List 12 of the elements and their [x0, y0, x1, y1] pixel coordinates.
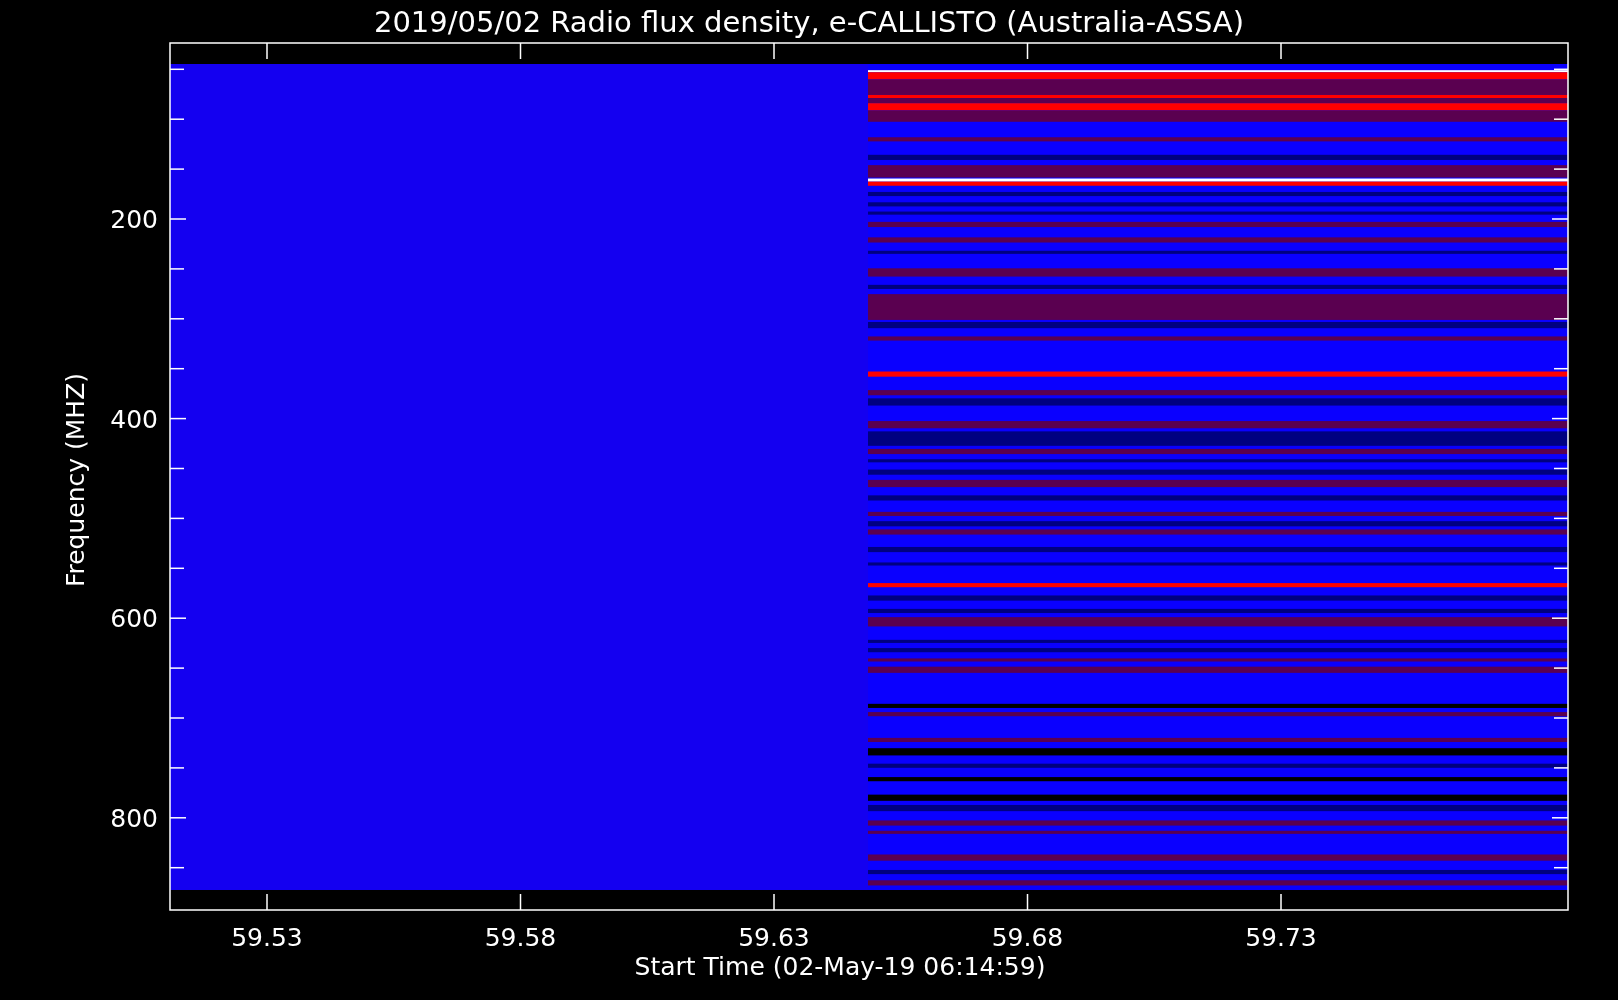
x-tick-label: 59.73 [1245, 923, 1317, 952]
x-tick-label: 59.58 [484, 923, 557, 952]
y-tick-label: 600 [110, 604, 158, 634]
x-tick-label: 59.53 [231, 923, 303, 952]
y-tick-label: 800 [110, 803, 158, 833]
y-axis-label: Frequency (MHZ) [61, 372, 90, 588]
x-tick-label: 59.68 [991, 923, 1064, 952]
x-tick-label: 59.63 [738, 923, 810, 952]
y-tick-label: 400 [110, 404, 158, 434]
y-tick-label: 200 [110, 205, 158, 234]
x-axis-label: Start Time (02-May-19 06:14:59) [634, 952, 1046, 981]
plot-title: 2019/05/02 Radio flux density, e-CALLISTO (Australia-ASSA) [373, 5, 1245, 39]
